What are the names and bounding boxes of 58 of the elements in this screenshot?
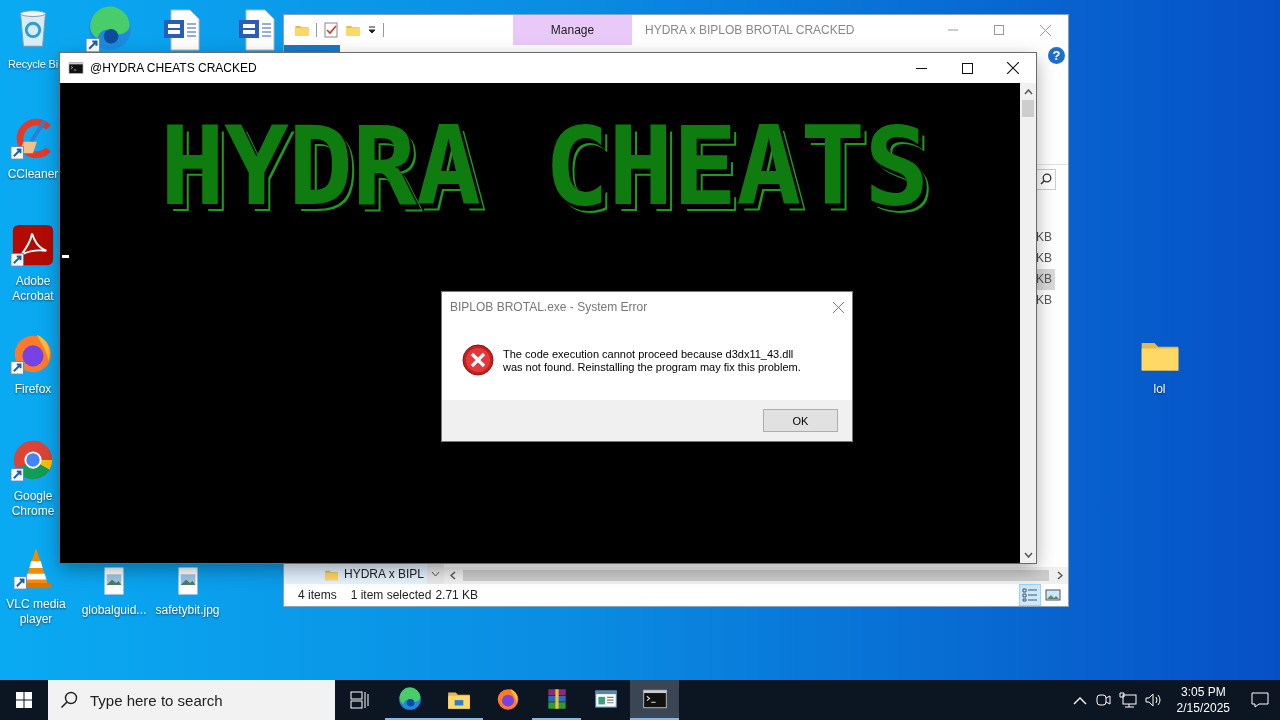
browser-icon[interactable] [396,686,423,712]
thumbnails-view-icon [1045,588,1061,602]
scroll-left-icon [449,571,456,580]
search-icon [1040,173,1052,185]
network-icon[interactable] [1118,692,1137,708]
details-view-icon [1022,588,1038,602]
error-message: The code execution cannot proceed because d3dx11_43.dll was not found. Reinstalling the program may fix this problem. [503,347,801,374]
icon-label: Firefox [14,382,52,397]
icon-label: Adobe Acrobat [11,274,55,304]
text-cursor [62,255,69,258]
task-view-icon [350,691,370,709]
window-title: @HYDRA CHEATS CRACKED [90,61,257,75]
window-title: HYDRA x BIPLOB BROTAL CRACKED [645,23,855,37]
search-icon [60,691,78,709]
scroll-down-icon [1023,551,1033,558]
icon-label: VLC media player [5,597,67,627]
camera-icon[interactable] [1094,692,1111,708]
pdf-icon[interactable] [10,222,56,268]
notification-icon [1251,692,1269,708]
caret-icon[interactable] [367,25,377,35]
start-icon [16,692,32,708]
close-icon [1007,62,1019,74]
ribbon-tab[interactable]: Manage [513,15,632,45]
clock-date[interactable]: 2/15/2025 [1176,700,1230,716]
icon-label: Google Chrome [10,489,56,519]
status-text: 1 item selected [350,588,432,602]
icon-label: safetybit.jpg [155,603,220,618]
file-size: KB [1035,229,1053,246]
clock-time[interactable]: 3:05 PM [1180,684,1226,700]
properties-icon[interactable] [323,22,339,38]
scroll-down-icon [431,571,440,577]
status-text: 4 items [298,588,337,602]
maximize-icon [961,62,973,74]
chevron-up-icon[interactable] [1072,695,1087,705]
status-text: 2.71 KB [435,588,479,602]
help-button[interactable]: ? [1048,47,1065,64]
file-size: KB [1035,250,1053,267]
speaker-icon[interactable] [1144,692,1163,708]
dialog-title: BIPLOB BROTAL.exe - System Error [450,300,648,314]
taskbar-app-button[interactable] [630,680,679,720]
scrollbar-thumb[interactable] [463,570,1049,581]
icon-label: lol [1153,382,1166,397]
search-field[interactable]: Type here to search [48,680,335,720]
scroll-right-icon [1056,571,1063,580]
icon-label: CCleaner [7,167,59,182]
close-icon [1039,24,1051,36]
banner-text: HYDRA CHEATS [160,113,929,221]
scrollbar-thumb[interactable] [1022,100,1034,117]
maximize-icon [994,25,1004,35]
icon-label: globalguid... [81,603,147,618]
ok-button[interactable]: OK [763,409,838,432]
details-view-button[interactable] [1019,584,1041,606]
terminal-icon [68,60,84,76]
file-size: KB [1035,292,1053,309]
error-icon [462,344,494,376]
close-icon[interactable] [833,301,844,313]
scroll-up-icon [1023,88,1033,95]
icon-label: Recycle Bi [8,57,58,72]
